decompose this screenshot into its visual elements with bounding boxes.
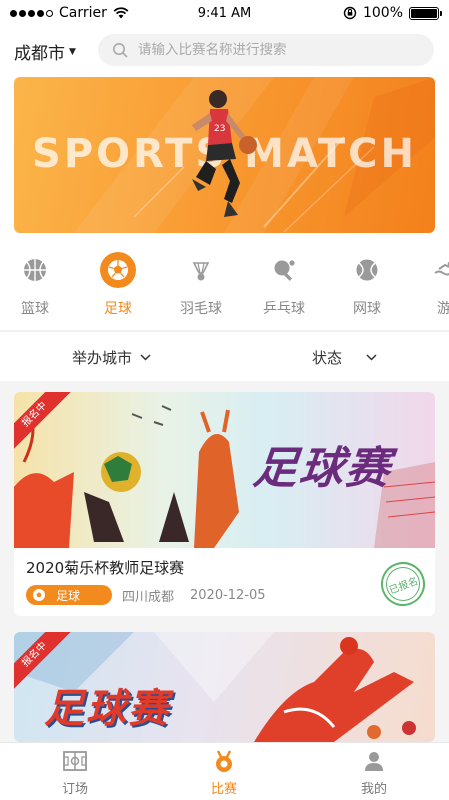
category-tab-basketball[interactable]: 篮球 [0, 252, 70, 318]
match-meta: 足球 四川成都 2020-12-05 [26, 585, 266, 605]
caret-down-icon: ▼ [69, 46, 76, 57]
match-location: 四川成都 [122, 589, 175, 605]
status-bar-right: 100% [343, 5, 442, 21]
chevron-down-icon [366, 354, 377, 361]
category-label: 乒乓球 [263, 301, 305, 317]
filter-bar: 举办城市 状态 [0, 331, 449, 381]
match-image: 足球赛 报名中 [14, 392, 435, 548]
category-label: 游 [437, 301, 449, 317]
city-filter[interactable]: 举办城市 [72, 347, 151, 368]
search-icon [113, 43, 128, 58]
category-tab-swimming[interactable]: 游 [409, 252, 449, 318]
basketball-player-illustration: 23 [192, 90, 257, 217]
category-label: 羽毛球 [180, 301, 222, 317]
city-filter-label: 举办城市 [72, 349, 133, 367]
match-image-text: 足球赛 [250, 443, 395, 494]
category-tab-tennis[interactable]: 网球 [332, 252, 402, 318]
tennis-icon [349, 252, 385, 288]
registered-stamp-label: 已报名 [387, 575, 420, 597]
battery-percent: 100% [362, 5, 403, 21]
match-date: 2020-12-05 [190, 587, 266, 603]
city-selector[interactable]: 成都市 ▼ [14, 39, 76, 64]
search-bar[interactable] [98, 34, 434, 66]
match-image-text: 足球赛 [44, 686, 170, 732]
battery-icon [409, 6, 442, 20]
category-tab-badminton[interactable]: 羽毛球 [166, 252, 236, 318]
category-label: 足球 [104, 301, 132, 317]
registered-stamp: 已报名 [374, 555, 432, 613]
match-title: 2020菊乐杯教师足球赛 [26, 559, 185, 577]
search-input[interactable] [138, 42, 418, 58]
swimming-icon [426, 252, 449, 288]
category-label: 网球 [353, 301, 381, 317]
tab-venue[interactable]: 订场 [35, 749, 115, 797]
svg-text:23: 23 [214, 124, 225, 134]
tab-match[interactable]: 比赛 [184, 749, 264, 797]
sport-tag-label: 足球 [56, 588, 81, 603]
banner[interactable]: SPORTS MATCH 23 [14, 77, 435, 233]
match-card[interactable]: 足球赛 报名中 [14, 632, 435, 742]
category-tab-soccer[interactable]: 足球 [83, 252, 153, 318]
tab-label: 订场 [61, 782, 88, 797]
banner-section: SPORTS MATCH 23 [0, 76, 449, 242]
match-card[interactable]: 足球赛 报名中 2020菊乐杯教师足球赛 足球 四川成都 2020-12-05 … [14, 392, 435, 616]
category-tabs: 篮球 足球 羽毛球 乒乓球 网球 游 [0, 242, 449, 330]
sport-tag: 足球 [26, 585, 112, 605]
match-icon [184, 749, 264, 773]
battery-fill [411, 8, 437, 18]
chevron-down-icon [140, 354, 151, 361]
tab-label: 我的 [360, 782, 387, 797]
bottom-tab-bar: 订场 比赛 我的 [0, 742, 449, 800]
header: 成都市 ▼ [0, 26, 449, 76]
tab-label: 比赛 [210, 782, 237, 797]
category-label: 篮球 [21, 301, 49, 317]
table-tennis-icon [266, 252, 302, 288]
status-filter-label: 状态 [312, 349, 343, 367]
orientation-lock-icon [343, 6, 357, 20]
status-bar: Carrier 9:41 AM 100% [0, 0, 449, 26]
match-image: 足球赛 报名中 [14, 632, 435, 742]
tab-profile[interactable]: 我的 [334, 749, 414, 797]
user-icon [334, 749, 414, 773]
soccer-ball-icon [33, 589, 45, 601]
field-icon [35, 749, 115, 773]
city-label: 成都市 [14, 44, 65, 64]
badminton-icon [183, 252, 219, 288]
basketball-icon [17, 252, 53, 288]
status-filter[interactable]: 状态 [312, 347, 377, 368]
soccer-ball-icon [100, 252, 136, 288]
category-tab-table-tennis[interactable]: 乒乓球 [249, 252, 319, 318]
